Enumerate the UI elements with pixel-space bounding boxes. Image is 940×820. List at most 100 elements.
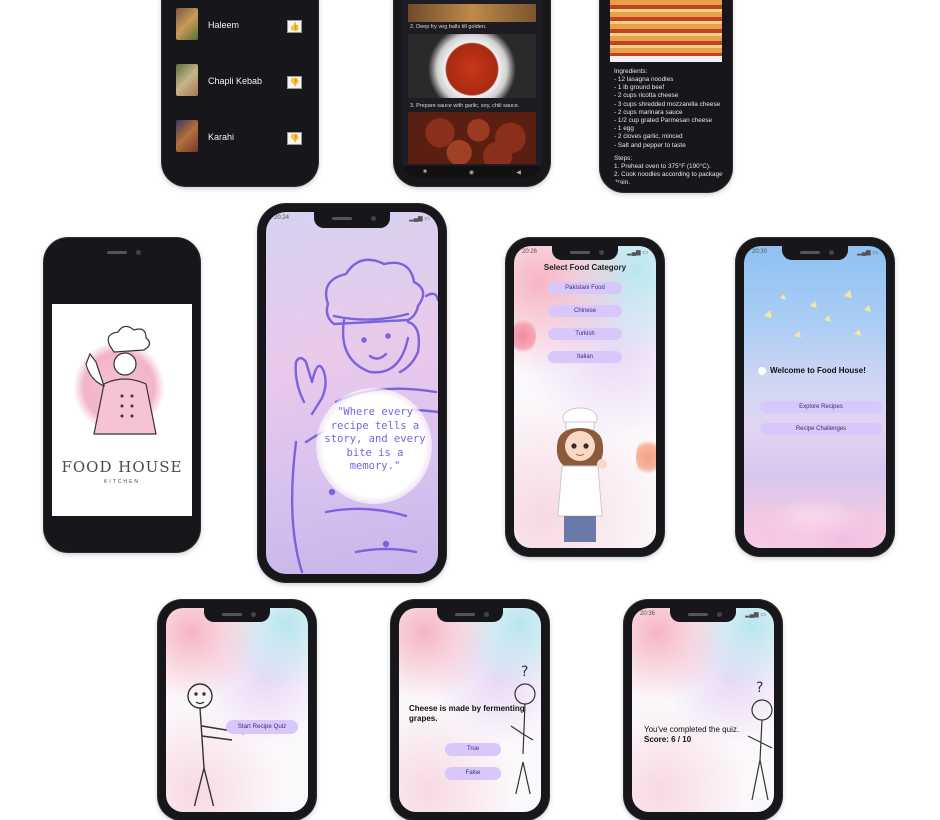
status-time: 20:30 [752, 249, 768, 255]
lasagna-screen: Ingredients: - 12 lasagna noodles - 1 lb … [608, 0, 724, 184]
list-item[interactable]: Karahi 👎 [170, 120, 310, 152]
chapli-kebab-thumbnail [176, 64, 198, 96]
status-time: 20:26 [522, 249, 538, 255]
chef-girl-illustration [556, 407, 607, 542]
ingredient-item: - 1 lb ground beef [614, 84, 665, 92]
svg-text:?: ? [756, 680, 763, 696]
quiz-question-screen: ? Cheese is made by fermenting grapes. T… [399, 608, 541, 812]
ingredients-list: - 12 lasagna noodles - 1 lb ground beef - … [614, 76, 720, 150]
turkish-button[interactable]: Turkish [548, 328, 622, 340]
phone-welcome: 20:30 ▂▄▆ ▭ Welcome to Food House! Explor… [736, 238, 894, 556]
phone-notch [204, 608, 270, 622]
phone-notch [89, 246, 155, 260]
signal-battery-icon: ▂▄▆ ▭ [745, 612, 766, 618]
fried-food-image [408, 4, 536, 22]
status-time: 20:36 [640, 611, 656, 617]
sauce-dish-image [408, 34, 536, 98]
category-screen: 20:26 ▂▄▆ ▭ Select Food Category Pakistan… [514, 246, 656, 548]
welcome-radio-icon [758, 367, 766, 375]
phone-notch [437, 608, 503, 622]
signal-battery-icon: ▂▄▆ ▭ [857, 250, 878, 256]
haleem-thumbnail [176, 8, 198, 40]
status-bar: 20:24 ▂▄▆ ▭ [274, 215, 430, 222]
logo-screen: FOOD HOUSE KITCHEN [52, 246, 192, 544]
ingredient-item: - Salt and pepper to taste [614, 141, 686, 149]
phone-quiz-start: Start Recipe Quiz [158, 600, 316, 820]
step-2-text: 2. Deep fry veg balls till golden. [410, 24, 487, 30]
recipe-steps-screen: 2. Deep fry veg balls till golden. 3. Pr… [402, 0, 542, 178]
recipe-challenges-button[interactable]: Recipe Challenges [760, 423, 882, 435]
brand-subtitle: KITCHEN [104, 479, 140, 485]
list-item-name: Karahi [208, 132, 235, 142]
status-bar: 20:36 ▂▄▆ ▭ [640, 611, 766, 618]
list-item[interactable]: Chapli Kebab 👎 [170, 64, 310, 96]
brand-title: FOOD HOUSE [61, 458, 183, 476]
lasagna-image [610, 0, 722, 62]
ingredient-item: - 2 cups ricotta cheese [614, 92, 679, 100]
start-recipe-quiz-button[interactable]: Start Recipe Quiz [226, 720, 298, 734]
stick-figure-illustration [187, 683, 245, 806]
quote-text: "Where every recipe tells a story, and e… [324, 406, 426, 472]
steps-title: Steps: [614, 155, 633, 162]
step-item: 2. Cook noodles according to package [614, 171, 723, 179]
status-time: 20:24 [274, 215, 290, 221]
clouds-decoration [744, 488, 886, 548]
quote-screen: 20:24 ▂▄▆ ▭ "Where every recipe tells a … [266, 212, 438, 574]
recent-apps-icon[interactable]: ■ [423, 169, 427, 175]
thinking-figure-illustration: ? [747, 680, 773, 801]
ingredient-item: - 1 egg [614, 125, 634, 133]
ingredient-item: - 2 cups marinara sauce [614, 108, 683, 116]
status-bar: 20:30 ▂▄▆ ▭ [752, 249, 878, 256]
true-button[interactable]: True [445, 743, 501, 756]
ingredients-title: Ingredients: [614, 68, 648, 75]
explore-recipes-button[interactable]: Explore Recipes [760, 401, 882, 413]
category-title: Select Food Category [543, 263, 627, 272]
pakistani-food-button[interactable]: Pakistani Food [548, 282, 622, 294]
phone-category-select: 20:26 ▂▄▆ ▭ Select Food Category Pakistan… [506, 238, 664, 556]
back-icon[interactable]: ◀ [516, 169, 521, 176]
home-icon[interactable]: ◉ [469, 169, 474, 176]
quiz-result-screen: 20:36 ▂▄▆ ▭ ? You've completed the quiz. … [632, 608, 774, 812]
quiz-start-screen: Start Recipe Quiz [166, 608, 308, 812]
steps-list: 1. Preheat oven to 375°F (190°C). 2. Cook… [614, 163, 723, 184]
list-item[interactable]: Haleem 👍 [170, 8, 310, 40]
step-3-text: 3. Prepare sauce with garlic, soy, chili… [410, 103, 520, 109]
status-bar: 20:26 ▂▄▆ ▭ [522, 249, 648, 256]
chinese-button[interactable]: Chinese [548, 305, 622, 317]
flower-decoration [636, 436, 656, 478]
phone-quote-splash: 20:24 ▂▄▆ ▭ "Where every recipe tells a … [258, 204, 446, 582]
question-text: Cheese is made by fermenting grapes. [409, 704, 525, 723]
karahi-thumbnail [176, 120, 198, 152]
thinking-figure-illustration: ? [510, 664, 536, 794]
phone-quiz-question: ? Cheese is made by fermenting grapes. T… [391, 600, 549, 820]
phone-logo-splash: FOOD HOUSE KITCHEN [44, 238, 200, 552]
thumbs-down-icon[interactable]: 👎 [287, 132, 302, 145]
thumbs-down-icon[interactable]: 👎 [287, 76, 302, 89]
chef-illustration [85, 325, 157, 435]
ingredient-item: - 1/2 cup grated Parmesan cheese [614, 117, 713, 125]
meatballs-image [408, 112, 536, 164]
phone-lasagna-recipe: Ingredients: - 12 lasagna noodles - 1 lb … [600, 0, 732, 192]
recipe-list-screen: Haleem 👍 Chapli Kebab 👎 Karahi 👎 [170, 0, 310, 178]
svg-text:?: ? [521, 664, 528, 680]
ingredient-item: - 12 lasagna noodles [614, 76, 674, 83]
welcome-screen: 20:30 ▂▄▆ ▭ Welcome to Food House! Explor… [744, 246, 886, 548]
flower-decoration [514, 316, 536, 356]
logo-area: FOOD HOUSE KITCHEN [52, 304, 192, 516]
welcome-title: Welcome to Food House! [770, 366, 866, 375]
list-item-name: Haleem [208, 20, 240, 30]
false-button[interactable]: False [445, 767, 501, 780]
nav-bar: ■ ◉ ◀ [402, 166, 542, 178]
step-item: drain. [614, 179, 630, 184]
result-line-1: You've completed the quiz. [644, 725, 740, 734]
italian-button[interactable]: Italian [548, 351, 622, 363]
signal-battery-icon: ▂▄▆ ▭ [409, 216, 430, 222]
phone-quiz-result: 20:36 ▂▄▆ ▭ ? You've completed the quiz. … [624, 600, 782, 820]
phone-recipe-steps: 2. Deep fry veg balls till golden. 3. Pr… [394, 0, 550, 186]
butterflies-decoration [764, 290, 871, 338]
ingredient-item: - 3 cups shredded mozzarella cheese [614, 100, 721, 108]
ingredient-item: - 2 cloves garlic, minced [614, 133, 683, 141]
thumbs-up-icon[interactable]: 👍 [287, 20, 302, 33]
signal-battery-icon: ▂▄▆ ▭ [627, 250, 648, 256]
phone-recipe-list: Haleem 👍 Chapli Kebab 👎 Karahi 👎 [162, 0, 318, 186]
